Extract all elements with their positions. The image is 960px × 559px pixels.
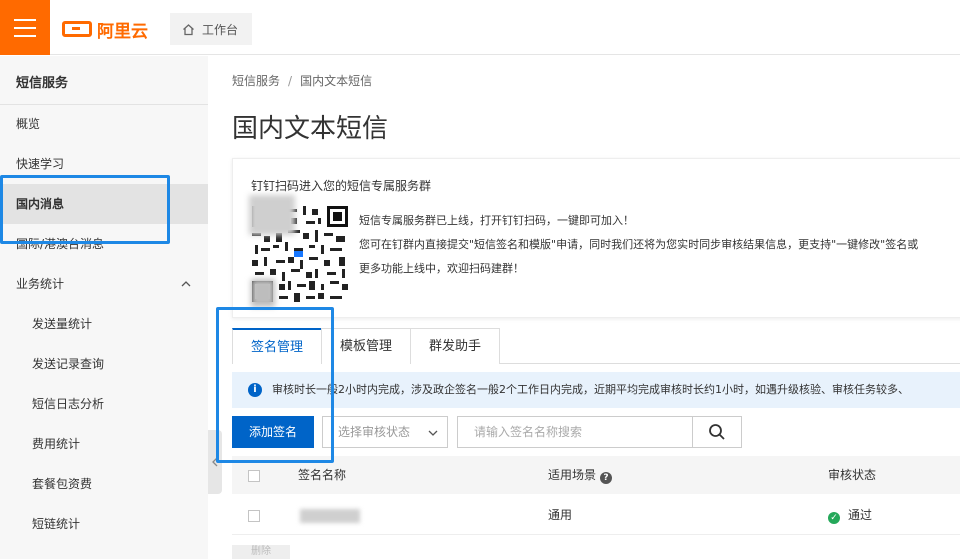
review-notice: i 审核时长一般2小时内完成，涉及政企签名一般2个工作日内完成，近期平均完成审核… bbox=[232, 372, 960, 408]
row-checkbox[interactable] bbox=[248, 510, 260, 522]
tab-bar: 签名管理 模板管理 群发助手 bbox=[232, 328, 960, 364]
logo-icon bbox=[62, 21, 92, 37]
highlight-box bbox=[216, 307, 334, 463]
workbench-button[interactable]: 工作台 bbox=[170, 13, 252, 45]
logo-text: 阿里云 bbox=[97, 21, 148, 42]
sidebar-item-business-stats[interactable]: 业务统计 bbox=[0, 264, 208, 304]
sidebar-item-log-analysis[interactable]: 短信日志分析 bbox=[0, 384, 208, 424]
sidebar-item-send-volume[interactable]: 发送量统计 bbox=[0, 304, 208, 344]
delete-button[interactable]: 删除 bbox=[232, 545, 290, 559]
review-status-select[interactable]: 选择审核状态 bbox=[322, 416, 448, 448]
sidebar-item-shortlink[interactable]: 短链统计 bbox=[0, 504, 208, 544]
tab-bulk-send[interactable]: 群发助手 bbox=[410, 328, 500, 364]
aliyun-logo[interactable]: 阿里云 bbox=[62, 17, 148, 42]
row-scene: 通用 bbox=[548, 508, 573, 522]
header-scene-label: 适用场景 bbox=[548, 468, 597, 482]
notice-text: 审核时长一般2小时内完成，涉及政企签名一般2个工作日内完成，近期平均完成审核时长… bbox=[272, 383, 909, 396]
chevron-down-icon bbox=[428, 430, 438, 436]
breadcrumb-current: 国内文本短信 bbox=[300, 74, 373, 88]
tab-template[interactable]: 模板管理 bbox=[321, 328, 411, 364]
sidebar-item-package[interactable]: 套餐包资费 bbox=[0, 464, 208, 504]
help-icon[interactable]: ? bbox=[600, 472, 613, 484]
signature-search-input[interactable]: 请输入签名名称搜索 bbox=[457, 416, 693, 448]
promo-line: 更多功能上线中，欢迎扫码建群！ bbox=[359, 262, 524, 275]
top-bar: 阿里云 工作台 bbox=[0, 0, 960, 55]
blurred-signature-name bbox=[300, 509, 360, 523]
sidebar: 短信服务 概览 快速学习 国内消息 国际/港澳台消息 业务统计 发送量统计 发送… bbox=[0, 56, 208, 559]
sidebar-item-cost-stats[interactable]: 费用统计 bbox=[0, 424, 208, 464]
blurred-region bbox=[249, 195, 295, 235]
menu-icon[interactable] bbox=[0, 0, 50, 55]
breadcrumb: 短信服务 / 国内文本短信 bbox=[232, 72, 372, 89]
promo-line: 短信专属服务群已上线，打开钉钉扫码，一键即可加入！ bbox=[359, 214, 634, 227]
chevron-up-icon bbox=[181, 281, 191, 287]
dingtalk-promo-card: 钉钉扫码进入您的短信专属服务群 短信专属服务群已上线，打开钉钉扫码，一键即可加入… bbox=[232, 158, 960, 318]
table-row: 通用 ✓ 通过 bbox=[232, 495, 960, 535]
row-status: ✓ 通过 bbox=[828, 495, 872, 535]
sidebar-title: 短信服务 bbox=[16, 76, 69, 91]
sidebar-item-overview[interactable]: 概览 bbox=[0, 104, 208, 144]
row-status-label: 通过 bbox=[848, 508, 873, 522]
select-all-checkbox[interactable] bbox=[248, 470, 260, 482]
breadcrumb-separator: / bbox=[288, 74, 293, 88]
sidebar-item-label: 业务统计 bbox=[16, 277, 65, 291]
sidebar-item-send-records[interactable]: 发送记录查询 bbox=[0, 344, 208, 384]
header-status: 审核状态 bbox=[828, 468, 877, 482]
breadcrumb-root[interactable]: 短信服务 bbox=[232, 74, 280, 88]
workbench-label: 工作台 bbox=[202, 22, 239, 37]
search-button[interactable] bbox=[692, 416, 742, 448]
home-icon bbox=[183, 23, 194, 35]
promo-line: 您可在钉群内直接提交"短信签名和模版"申请，同时我们还将为您实时同步审核结果信息… bbox=[359, 238, 919, 251]
header-scene: 适用场景? bbox=[548, 456, 613, 494]
promo-text: 短信专属服务群已上线，打开钉钉扫码，一键即可加入！ 您可在钉群内直接提交"短信签… bbox=[359, 209, 918, 281]
check-circle-icon: ✓ bbox=[828, 512, 840, 524]
table-header: 签名名称 适用场景? 审核状态 bbox=[232, 456, 960, 494]
highlight-box bbox=[0, 175, 170, 244]
select-placeholder: 选择审核状态 bbox=[338, 425, 411, 439]
search-icon bbox=[709, 424, 725, 440]
blurred-region bbox=[251, 279, 275, 307]
promo-title: 钉钉扫码进入您的短信专属服务群 bbox=[251, 179, 432, 193]
page-title: 国内文本短信 bbox=[232, 114, 389, 144]
